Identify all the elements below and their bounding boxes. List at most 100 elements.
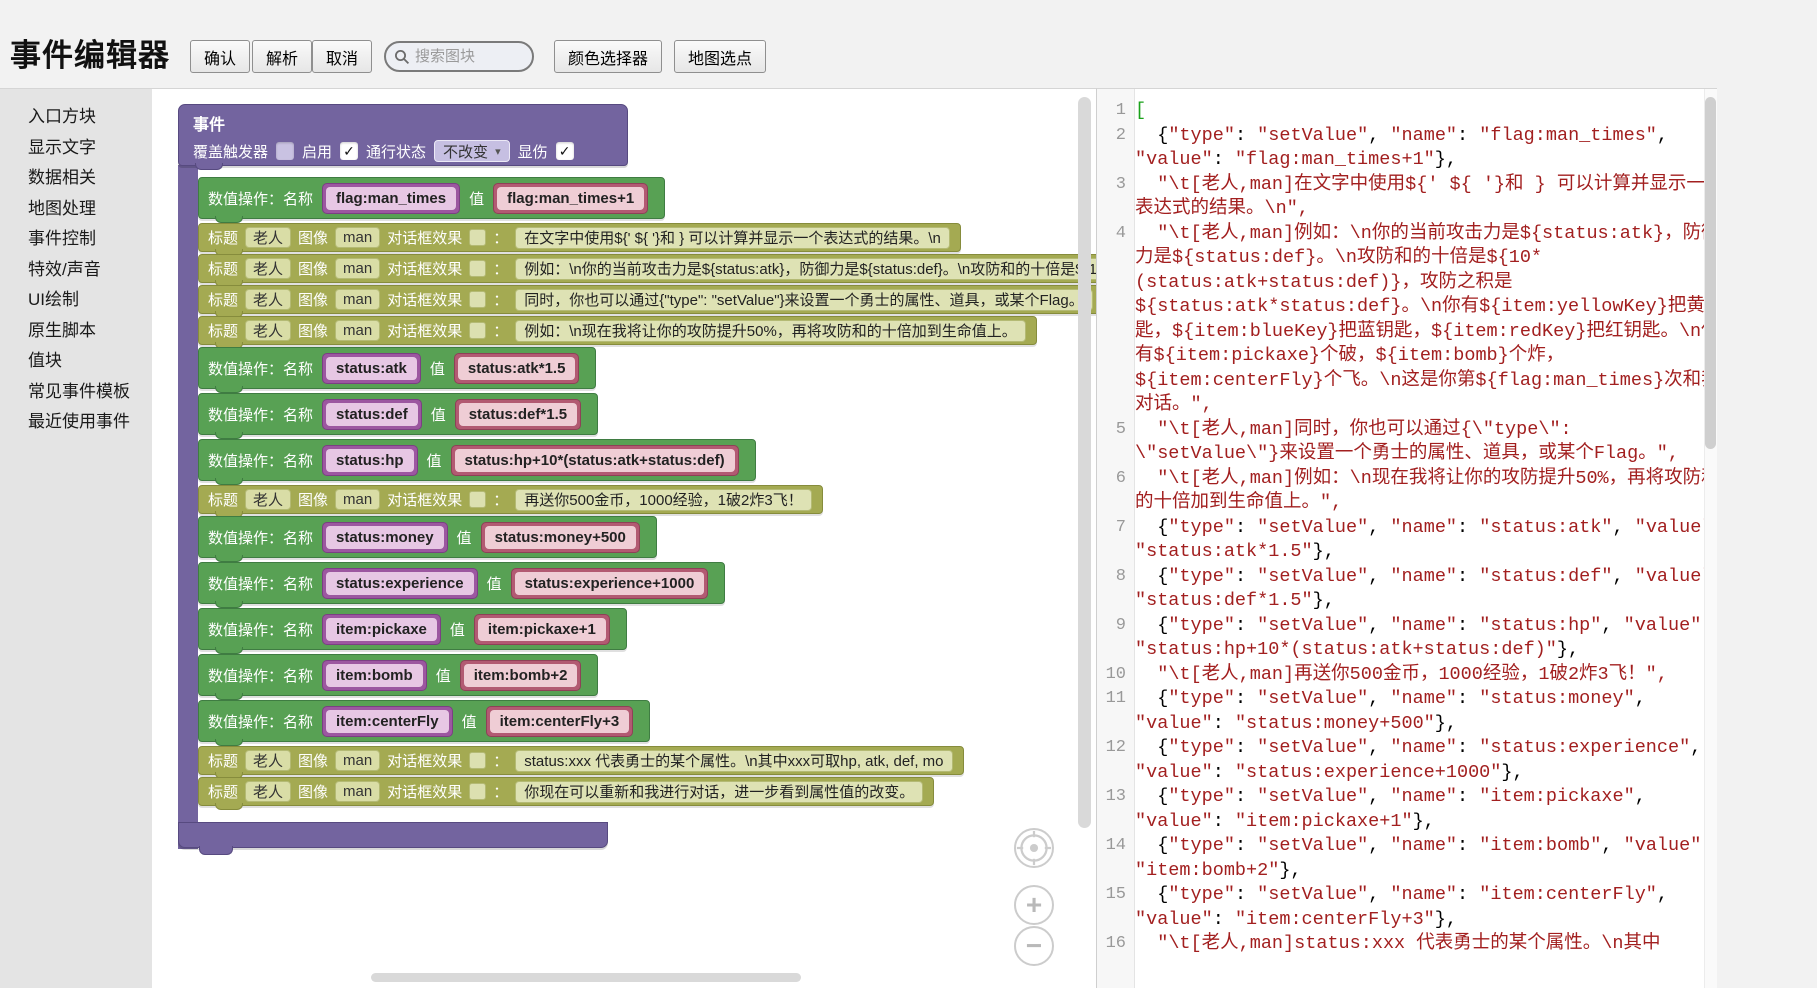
image-field[interactable]: man — [335, 289, 380, 310]
name-field[interactable]: status:hp — [326, 449, 414, 472]
value-field[interactable]: item:pickaxe+1 — [478, 618, 606, 641]
text-field[interactable]: 再送你500金币，1000经验，1破2炸3飞！ — [515, 489, 811, 511]
line-code[interactable]: "\t[老人,man]同时，你也可以通过{\"type\": \"setValu… — [1135, 418, 1717, 467]
sidebar-item-category-7[interactable]: 原生脚本 — [0, 316, 152, 347]
text-block[interactable]: 标题老人图像man对话框效果：例如：\n你的当前攻击力是${status:atk… — [198, 254, 1096, 283]
value-field[interactable]: status:atk*1.5 — [458, 357, 576, 380]
workspace-vertical-scrollbar[interactable] — [1078, 97, 1091, 828]
image-field[interactable]: man — [335, 227, 380, 248]
setvalue-block[interactable]: 数值操作：名称item:pickaxe值item:pickaxe+1 — [198, 608, 627, 650]
confirm-button[interactable]: 确认 — [190, 40, 250, 73]
setvalue-block[interactable]: 数值操作：名称flag:man_times值flag:man_times+1 — [198, 177, 665, 219]
text-block[interactable]: 标题老人图像man对话框效果：例如：\n现在我将让你的攻防提升50%，再将攻防和… — [198, 316, 1037, 345]
json-code-editor[interactable]: 1[2 {"type": "setValue", "name": "flag:m… — [1096, 88, 1717, 988]
speaker-field[interactable]: 老人 — [245, 750, 291, 771]
value-field[interactable]: flag:man_times+1 — [497, 187, 644, 210]
dialog-effect-field[interactable] — [469, 229, 486, 246]
value-field[interactable]: status:experience+1000 — [515, 572, 705, 595]
line-code[interactable]: "\t[老人,man]在文字中使用${' ${ '}和 } 可以计算并显示一个表… — [1135, 173, 1717, 222]
name-field[interactable]: item:pickaxe — [326, 618, 437, 641]
zoom-out-button[interactable]: − — [1014, 926, 1054, 966]
search-input[interactable] — [415, 48, 524, 65]
sidebar-item-category-8[interactable]: 值块 — [0, 346, 152, 377]
dialog-effect-field[interactable] — [469, 752, 486, 769]
line-code[interactable]: {"type": "setValue", "name": "status:hp"… — [1135, 614, 1717, 663]
dialog-effect-field[interactable] — [469, 491, 486, 508]
speaker-field[interactable]: 老人 — [245, 320, 291, 341]
sidebar-item-category-6[interactable]: UI绘制 — [0, 285, 152, 316]
name-field[interactable]: item:centerFly — [326, 710, 449, 733]
damage-display-checkbox[interactable]: ✓ — [556, 142, 574, 160]
text-field[interactable]: 例如：\n现在我将让你的攻防提升50%，再将攻防和的十倍加到生命值上。 — [515, 320, 1026, 342]
dialog-effect-field[interactable] — [469, 260, 486, 277]
text-field[interactable]: 同时，你也可以通过{"type": "setValue"}来设置一个勇士的属性、… — [515, 289, 1092, 311]
line-code[interactable]: {"type": "setValue", "name": "status:mon… — [1135, 687, 1717, 736]
name-field[interactable]: item:bomb — [326, 664, 423, 687]
setvalue-block[interactable]: 数值操作：名称status:hp值status:hp+10*(status:at… — [198, 439, 756, 481]
editor-scrollbar-thumb[interactable] — [1705, 97, 1716, 449]
setvalue-block[interactable]: 数值操作：名称status:experience值status:experien… — [198, 562, 725, 604]
text-field[interactable]: status:xxx 代表勇士的某个属性。\n其中xxx可取hp, atk, d… — [515, 750, 952, 772]
event-block-footer[interactable] — [178, 822, 608, 848]
zoom-in-button[interactable]: + — [1014, 885, 1054, 925]
event-container-block[interactable]: 事件 覆盖触发器 启用 ✓ 通行状态 不改变 ▾ 显伤 ✓ — [178, 104, 628, 166]
setvalue-block[interactable]: 数值操作：名称item:centerFly值item:centerFly+3 — [198, 700, 650, 742]
zoom-reset-button[interactable] — [1014, 828, 1054, 868]
dialog-effect-field[interactable] — [469, 783, 486, 800]
line-code[interactable]: [ — [1135, 99, 1717, 124]
speaker-field[interactable]: 老人 — [245, 258, 291, 279]
line-code[interactable]: {"type": "setValue", "name": "status:atk… — [1135, 516, 1717, 565]
parse-button[interactable]: 解析 — [252, 40, 312, 73]
value-field[interactable]: status:hp+10*(status:atk+status:def) — [455, 449, 735, 472]
text-block[interactable]: 标题老人图像man对话框效果：同时，你也可以通过{"type": "setVal… — [198, 285, 1096, 314]
sidebar-item-category-10[interactable]: 最近使用事件 — [0, 407, 152, 438]
search-box[interactable] — [384, 41, 534, 72]
blockly-workspace[interactable]: 事件 覆盖触发器 启用 ✓ 通行状态 不改变 ▾ 显伤 ✓ 数值操作：名称fla… — [152, 88, 1096, 988]
image-field[interactable]: man — [335, 781, 380, 802]
value-field[interactable]: item:centerFly+3 — [490, 710, 630, 733]
speaker-field[interactable]: 老人 — [245, 781, 291, 802]
workspace-horizontal-scrollbar[interactable] — [371, 973, 801, 982]
image-field[interactable]: man — [335, 258, 380, 279]
text-field[interactable]: 例如：\n你的当前攻击力是${status:atk}，防御力是${status:… — [515, 258, 1096, 280]
color-picker-button[interactable]: 颜色选择器 — [554, 40, 662, 73]
line-code[interactable]: "\t[老人,man]status:xxx 代表勇士的某个属性。\n其中 — [1135, 932, 1717, 957]
line-code[interactable]: "\t[老人,man]例如：\n现在我将让你的攻防提升50%，再将攻防和的十倍加… — [1135, 467, 1717, 516]
image-field[interactable]: man — [335, 489, 380, 510]
text-block[interactable]: 标题老人图像man对话框效果：你现在可以重新和我进行对话，进一步看到属性值的改变… — [198, 777, 934, 806]
enabled-checkbox[interactable]: ✓ — [340, 142, 358, 160]
line-code[interactable]: {"type": "setValue", "name": "item:picka… — [1135, 785, 1717, 834]
line-code[interactable]: {"type": "setValue", "name": "status:exp… — [1135, 736, 1717, 785]
text-block[interactable]: 标题老人图像man对话框效果：status:xxx 代表勇士的某个属性。\n其中… — [198, 746, 964, 775]
value-field[interactable]: status:money+500 — [485, 526, 636, 549]
line-code[interactable]: {"type": "setValue", "name": "flag:man_t… — [1135, 124, 1717, 173]
image-field[interactable]: man — [335, 320, 380, 341]
dialog-effect-field[interactable] — [469, 291, 486, 308]
passable-dropdown[interactable]: 不改变 ▾ — [434, 140, 510, 162]
sidebar-item-category-4[interactable]: 事件控制 — [0, 224, 152, 255]
value-field[interactable]: item:bomb+2 — [464, 664, 578, 687]
line-code[interactable]: {"type": "setValue", "name": "status:def… — [1135, 565, 1717, 614]
line-code[interactable]: "\t[老人,man]再送你500金币，1000经验，1破2炸3飞！", — [1135, 663, 1717, 688]
name-field[interactable]: status:atk — [326, 357, 417, 380]
setvalue-block[interactable]: 数值操作：名称status:money值status:money+500 — [198, 516, 657, 558]
image-field[interactable]: man — [335, 750, 380, 771]
text-field[interactable]: 在文字中使用${' ${ '}和 } 可以计算并显示一个表达式的结果。\n — [515, 227, 950, 249]
sidebar-item-category-3[interactable]: 地图处理 — [0, 194, 152, 225]
setvalue-block[interactable]: 数值操作：名称status:atk值status:atk*1.5 — [198, 347, 596, 389]
speaker-field[interactable]: 老人 — [245, 227, 291, 248]
line-code[interactable]: {"type": "setValue", "name": "item:cente… — [1135, 883, 1717, 932]
line-code[interactable]: "\t[老人,man]例如：\n你的当前攻击力是${status:atk}，防御… — [1135, 222, 1717, 418]
text-block[interactable]: 标题老人图像man对话框效果：在文字中使用${' ${ '}和 } 可以计算并显… — [198, 223, 961, 252]
sidebar-item-category-9[interactable]: 常见事件模板 — [0, 377, 152, 408]
sidebar-item-category-2[interactable]: 数据相关 — [0, 163, 152, 194]
name-field[interactable]: flag:man_times — [326, 187, 456, 210]
sidebar-item-category-0[interactable]: 入口方块 — [0, 102, 152, 133]
name-field[interactable]: status:def — [326, 403, 418, 426]
sidebar-item-category-5[interactable]: 特效/声音 — [0, 255, 152, 286]
line-code[interactable]: {"type": "setValue", "name": "item:bomb"… — [1135, 834, 1717, 883]
name-field[interactable]: status:money — [326, 526, 444, 549]
speaker-field[interactable]: 老人 — [245, 289, 291, 310]
name-field[interactable]: status:experience — [326, 572, 474, 595]
dialog-effect-field[interactable] — [469, 322, 486, 339]
